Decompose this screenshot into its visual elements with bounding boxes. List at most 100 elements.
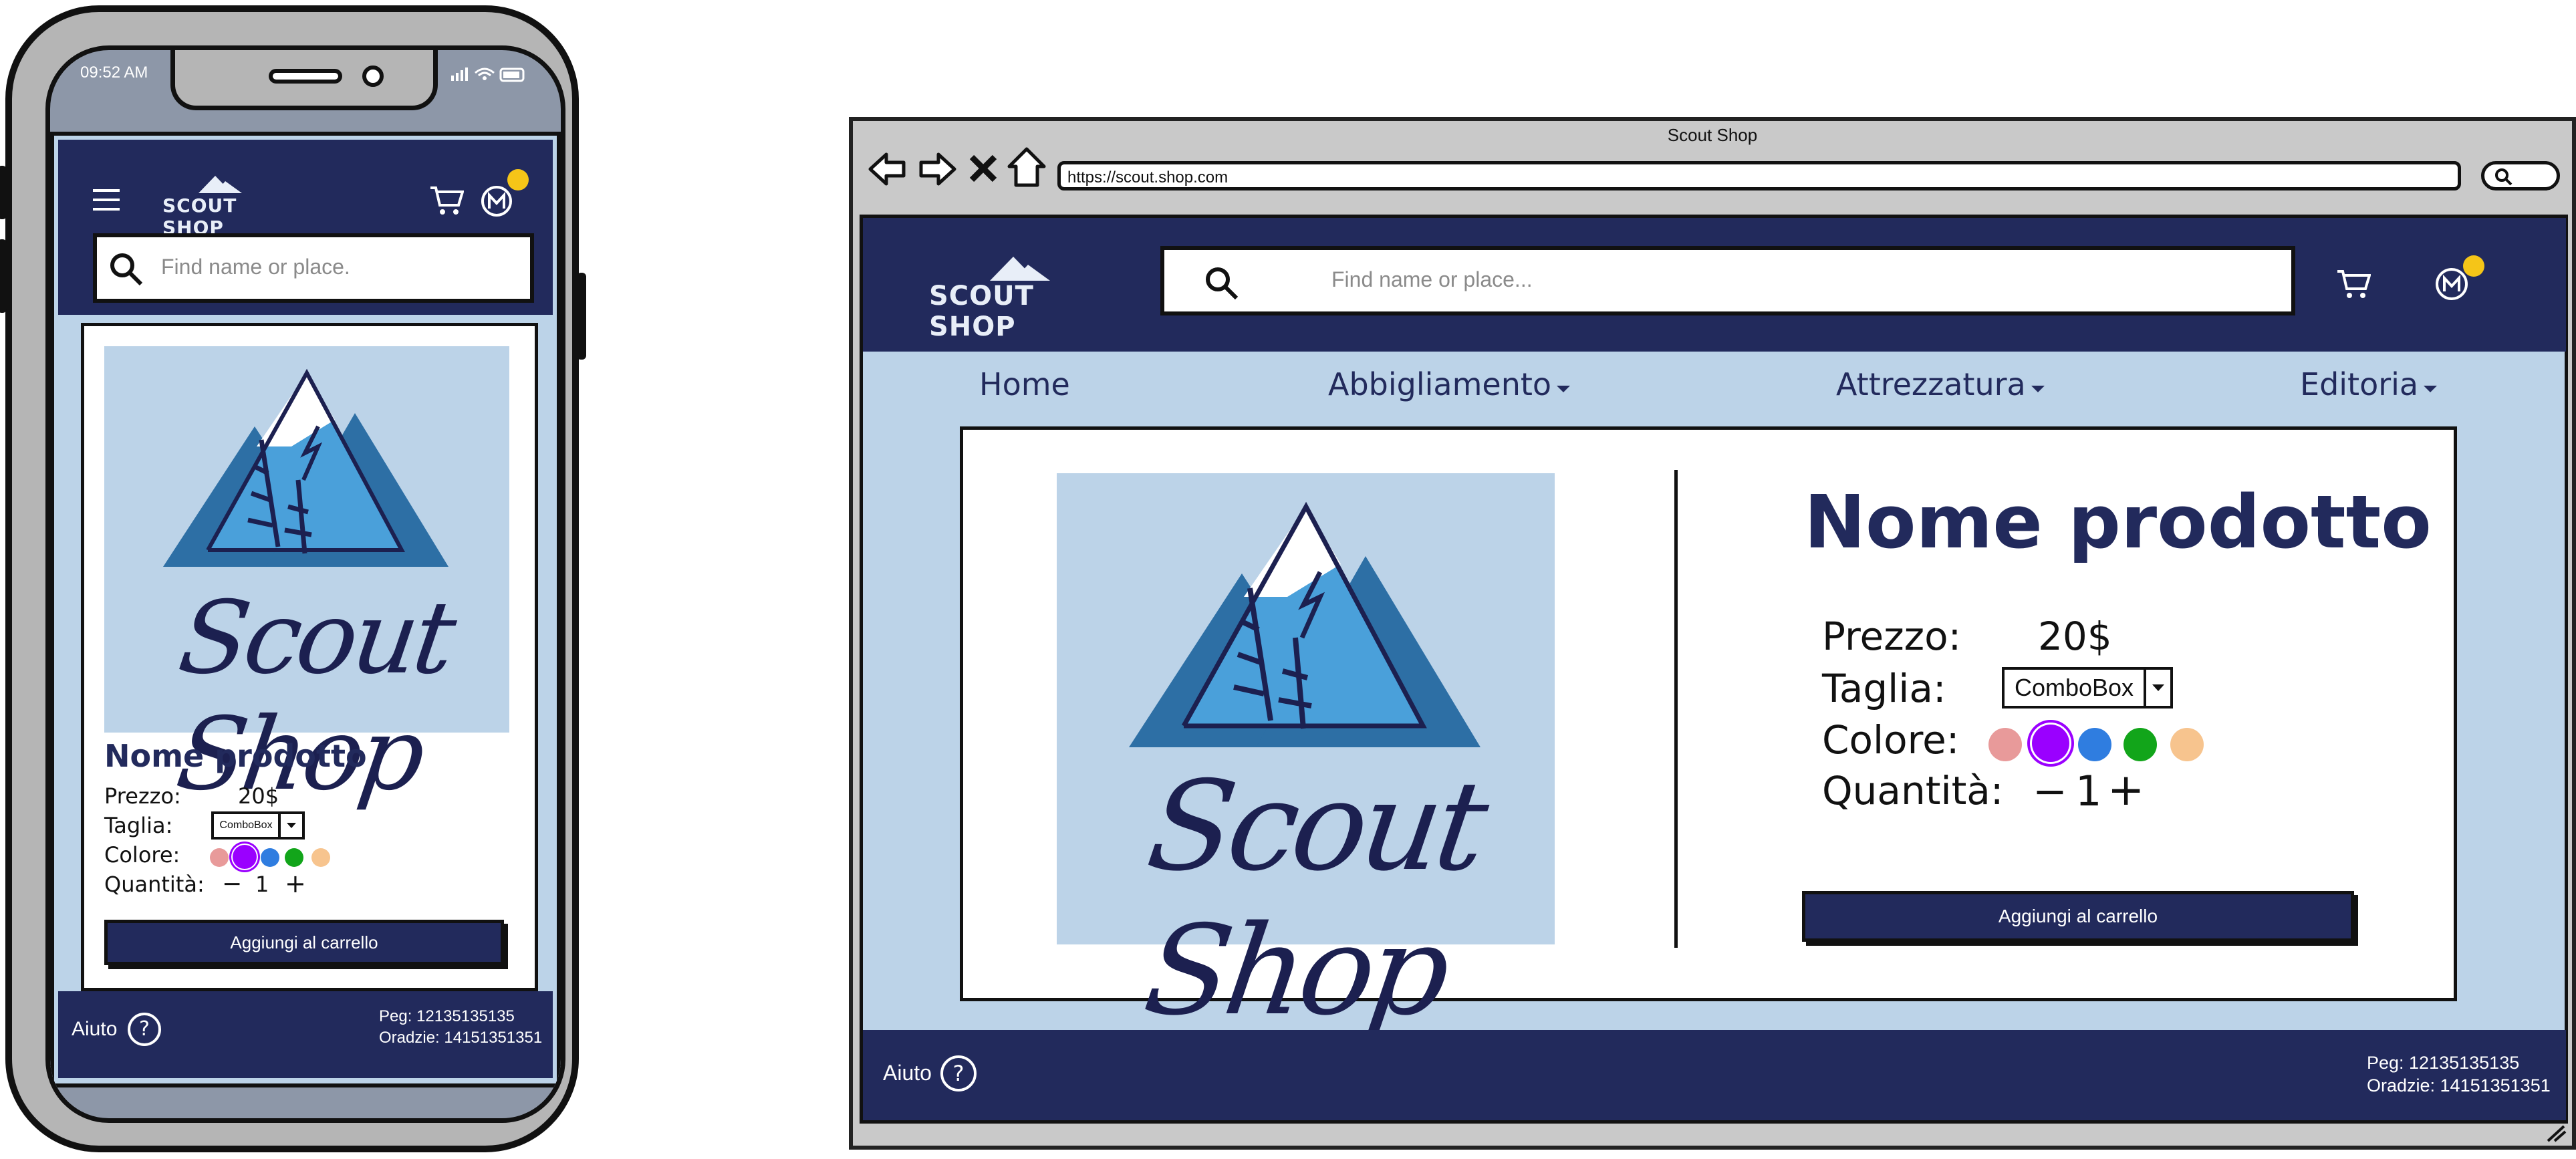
quantity-plus-button[interactable]: + bbox=[285, 869, 306, 898]
phone-screen: 09:52 AM SCOUT SHOP Find name or place. … bbox=[45, 45, 565, 1123]
color-swatches bbox=[210, 844, 344, 870]
logo-mountain-icon bbox=[199, 176, 242, 193]
phone-power-button bbox=[577, 273, 586, 360]
mobile-app: SCOUT SHOP Find name or place. Scout Sho… bbox=[50, 132, 561, 1087]
desktop-header: SCOUT SHOP Find name or place... bbox=[863, 218, 2566, 352]
price-label: Prezzo: bbox=[1822, 614, 1962, 659]
notification-badge bbox=[2463, 255, 2484, 277]
color-swatch-blue[interactable] bbox=[261, 848, 279, 867]
color-swatch-peach[interactable] bbox=[311, 848, 330, 867]
color-swatch-peach[interactable] bbox=[2170, 728, 2204, 761]
phone-notch bbox=[170, 50, 438, 110]
nav-abbigliamento[interactable]: Abbigliamento bbox=[1328, 366, 1572, 402]
mountain-trees-logo-icon bbox=[1129, 501, 1480, 747]
price-label: Prezzo: bbox=[104, 783, 181, 809]
desktop-logo[interactable]: SCOUT SHOP bbox=[926, 251, 1114, 342]
window-title: Scout Shop bbox=[1667, 125, 1758, 145]
browser-search-field[interactable] bbox=[2481, 161, 2560, 190]
dropdown-arrow-icon bbox=[1557, 386, 1571, 392]
dropdown-arrow-icon bbox=[2031, 386, 2045, 392]
color-swatch-pink[interactable] bbox=[1988, 728, 2022, 761]
quantity-label: Quantità: bbox=[104, 872, 205, 897]
status-icons bbox=[450, 63, 537, 84]
quantity-plus-button[interactable]: + bbox=[2107, 764, 2144, 815]
color-swatch-green[interactable] bbox=[285, 848, 303, 867]
product-image: Scout Shop bbox=[104, 346, 509, 813]
footer-line-1: Peg: 12135135135 bbox=[379, 1007, 515, 1025]
search-icon[interactable] bbox=[1202, 263, 1242, 303]
search-input[interactable]: Find name or place. bbox=[161, 255, 350, 279]
account-icon[interactable] bbox=[479, 184, 514, 219]
nav-home[interactable]: Home bbox=[979, 366, 1070, 402]
mountain-trees-logo-icon bbox=[163, 368, 448, 567]
search-input[interactable]: Find name or place... bbox=[1331, 267, 1533, 292]
status-time: 09:52 AM bbox=[80, 63, 148, 82]
desktop-page: SCOUT SHOP Find name or place... Home Ab… bbox=[860, 215, 2568, 1124]
size-combobox-value: ComboBox bbox=[219, 819, 273, 831]
cart-icon[interactable] bbox=[2336, 269, 2371, 299]
menu-icon[interactable] bbox=[92, 186, 122, 213]
dropdown-arrow-icon[interactable] bbox=[2144, 670, 2170, 706]
size-label: Taglia: bbox=[104, 813, 173, 838]
address-bar[interactable]: https://scout.shop.com bbox=[1057, 161, 2461, 190]
mobile-footer: Aiuto ? Peg: 12135135135 Oradzie: 141513… bbox=[58, 991, 553, 1078]
mobile-product-card: Scout Shop Nome prodotto Prezzo: 20$ Tag… bbox=[81, 323, 538, 991]
logo-text: SCOUT SHOP bbox=[162, 195, 237, 239]
size-combobox[interactable]: ComboBox bbox=[2002, 667, 2173, 709]
phone-volume-button bbox=[0, 239, 7, 313]
help-icon[interactable]: ? bbox=[128, 1013, 161, 1046]
add-to-cart-button[interactable]: Aggiungi al carrello bbox=[104, 920, 504, 965]
nav-attrezzatura-label: Attrezzatura bbox=[1836, 366, 2026, 402]
footer-line-1: Peg: 12135135135 bbox=[2367, 1053, 2520, 1073]
color-swatches bbox=[1988, 719, 2209, 765]
color-label: Colore: bbox=[104, 842, 180, 868]
price-value: 20$ bbox=[2038, 614, 2112, 659]
add-to-cart-button[interactable]: Aggiungi al carrello bbox=[1802, 891, 2354, 942]
price-value: 20$ bbox=[238, 783, 279, 809]
home-icon[interactable] bbox=[1007, 146, 1047, 189]
phone-side-button bbox=[0, 166, 7, 219]
color-swatch-green[interactable] bbox=[2123, 728, 2157, 761]
phone-speaker bbox=[269, 69, 342, 84]
nav-abbigliamento-label: Abbigliamento bbox=[1328, 366, 1552, 402]
dropdown-arrow-icon[interactable] bbox=[278, 814, 302, 837]
nav-editoria[interactable]: Editoria bbox=[2300, 366, 2439, 402]
mobile-logo[interactable]: SCOUT SHOP bbox=[158, 170, 279, 239]
search-icon bbox=[2495, 168, 2513, 186]
signal-wifi-battery-icon bbox=[451, 68, 525, 82]
help-link[interactable]: Aiuto bbox=[72, 1018, 117, 1041]
browser-window: Scout Shop https://scout.shop.com SCOUT … bbox=[849, 117, 2576, 1150]
mobile-search-bar[interactable]: Find name or place. bbox=[93, 233, 534, 303]
help-link[interactable]: Aiuto bbox=[883, 1061, 932, 1085]
cart-icon[interactable] bbox=[429, 185, 465, 216]
search-icon[interactable] bbox=[108, 251, 145, 288]
color-label: Colore: bbox=[1822, 717, 1960, 763]
close-icon[interactable] bbox=[967, 152, 1000, 185]
size-label: Taglia: bbox=[1822, 666, 1946, 711]
forward-icon[interactable] bbox=[917, 149, 957, 189]
quantity-minus-button[interactable]: − bbox=[2033, 767, 2067, 815]
footer-line-2: Oradzie: 14151351351 bbox=[2367, 1075, 2551, 1096]
product-image: Scout Shop bbox=[1057, 473, 1555, 1043]
back-icon[interactable] bbox=[868, 149, 908, 189]
desktop-footer: Aiuto ? Peg: 12135135135 Oradzie: 141513… bbox=[863, 1030, 2566, 1120]
size-combobox[interactable]: ComboBox bbox=[211, 811, 305, 840]
product-title: Nome prodotto bbox=[1804, 479, 2432, 565]
footer-line-2: Oradzie: 14151351351 bbox=[379, 1029, 543, 1047]
help-icon[interactable]: ? bbox=[940, 1055, 977, 1091]
size-combobox-value: ComboBox bbox=[2014, 674, 2134, 701]
desktop-search-bar[interactable]: Find name or place... bbox=[1160, 246, 2295, 315]
color-swatch-blue[interactable] bbox=[2078, 728, 2111, 761]
product-title: Nome prodotto bbox=[104, 738, 367, 774]
product-image-caption: Scout Shop bbox=[170, 580, 459, 813]
phone-frame: 09:52 AM SCOUT SHOP Find name or place. … bbox=[0, 5, 586, 1152]
color-swatch-purple[interactable] bbox=[231, 844, 258, 870]
quantity-value: 1 bbox=[255, 872, 269, 897]
nav-attrezzatura[interactable]: Attrezzatura bbox=[1836, 366, 2047, 402]
mobile-header: SCOUT SHOP Find name or place. bbox=[58, 140, 553, 315]
color-swatch-pink[interactable] bbox=[210, 848, 229, 867]
color-swatch-purple[interactable] bbox=[2030, 723, 2071, 764]
resize-grip-icon[interactable] bbox=[2544, 1124, 2568, 1144]
phone-camera bbox=[362, 66, 384, 87]
quantity-minus-button[interactable]: − bbox=[222, 870, 242, 898]
